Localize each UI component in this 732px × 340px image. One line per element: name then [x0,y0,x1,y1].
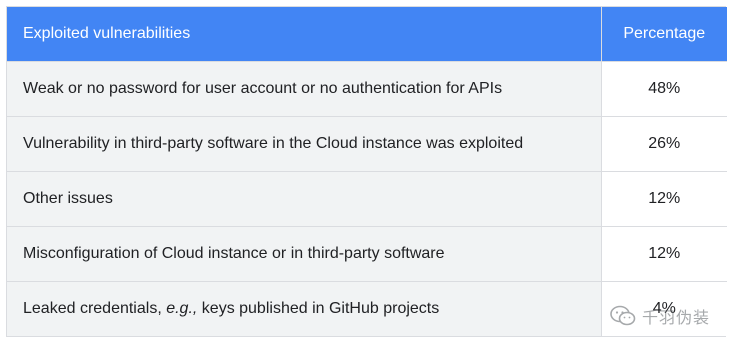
vulnerabilities-table-container: Exploited vulnerabilities Percentage Wea… [6,6,727,337]
vulnerability-cell: Weak or no password for user account or … [7,61,602,117]
header-label: Percentage [623,25,706,42]
header-percentage: Percentage [601,7,727,62]
table-header-row: Exploited vulnerabilities Percentage [7,7,727,62]
vulnerability-label: Other issues [23,190,113,207]
header-label: Exploited vulnerabilities [23,25,191,42]
vulnerability-label: Leaked credentials, e.g., keys published… [7,300,601,318]
table-row: Weak or no password for user account or … [7,61,727,117]
vulnerability-cell: Other issues [7,171,602,227]
vulnerability-label: Vulnerability in third-party software in… [23,135,524,152]
vulnerability-cell: Vulnerability in third-party software in… [7,116,602,172]
table-row: Other issues 12% [7,171,727,227]
percentage-cell: 12% [601,226,727,282]
vulnerability-label: Misconfiguration of Cloud instance or in… [23,245,445,262]
vulnerability-cell: Misconfiguration of Cloud instance or in… [7,226,602,282]
percentage-cell: 12% [601,171,727,227]
percentage-cell: 48% [601,61,727,117]
percentage-cell: 4% [601,281,727,336]
header-exploited-vulnerabilities: Exploited vulnerabilities [7,7,602,62]
label-text-post: keys published in GitHub projects [197,300,440,317]
table-row: Misconfiguration of Cloud instance or in… [7,226,727,282]
percentage-cell: 26% [601,116,727,172]
table-row: Vulnerability in third-party software in… [7,116,727,172]
table-row: Leaked credentials, e.g., keys published… [7,281,727,336]
label-text-pre: Leaked credentials, [23,300,167,317]
vulnerability-cell: Leaked credentials, e.g., keys published… [7,281,602,336]
vulnerability-label: Weak or no password for user account or … [23,80,503,97]
vulnerabilities-table: Exploited vulnerabilities Percentage Wea… [7,7,727,336]
label-text-eg: e.g., [166,300,198,317]
